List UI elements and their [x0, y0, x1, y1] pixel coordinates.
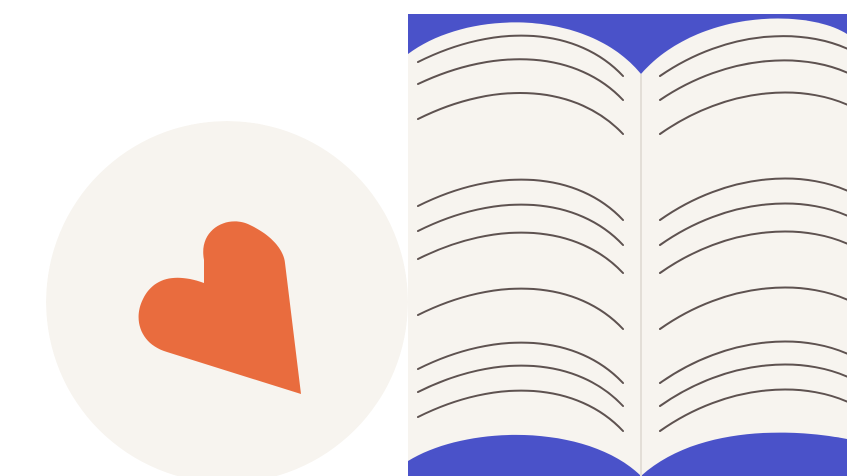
open-book [408, 14, 847, 476]
right-page [641, 18, 847, 476]
open-book-icon [408, 14, 847, 476]
left-page [408, 22, 641, 476]
illustration-canvas [0, 0, 847, 476]
heart-badge-graphic [46, 121, 408, 476]
heart-badge [46, 121, 408, 476]
